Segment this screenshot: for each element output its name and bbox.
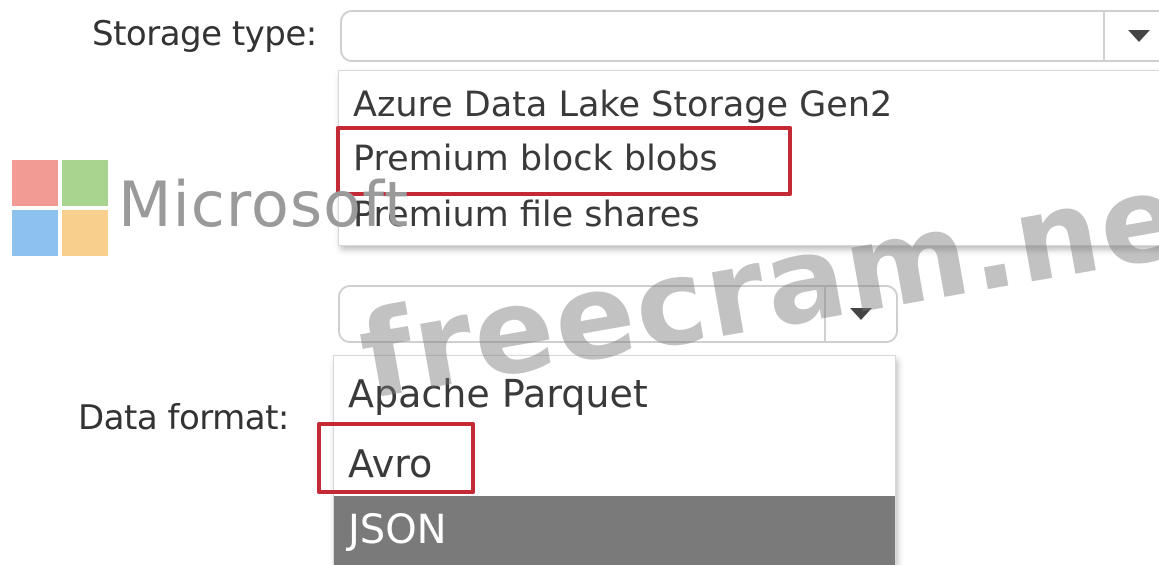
logo-square-blue xyxy=(12,210,58,256)
storage-option-premium-file-shares[interactable]: Premium file shares xyxy=(339,189,1159,241)
format-answer-highlight xyxy=(317,422,475,494)
data-format-select[interactable] xyxy=(338,285,898,343)
logo-square-green xyxy=(62,160,108,206)
logo-square-yellow xyxy=(62,210,108,256)
storage-type-dropdown-button[interactable] xyxy=(1103,12,1159,60)
logo-square-red xyxy=(12,160,58,206)
data-format-label: Data format: xyxy=(78,398,289,438)
microsoft-logo-text: Microsoft xyxy=(118,168,410,241)
chevron-down-icon xyxy=(850,308,872,320)
microsoft-logo xyxy=(12,160,110,258)
chevron-down-icon xyxy=(1128,30,1150,42)
format-option-json[interactable]: JSON xyxy=(334,496,895,565)
data-format-dropdown-button[interactable] xyxy=(824,287,896,341)
format-option-apache-parquet[interactable]: Apache Parquet xyxy=(334,362,895,426)
storage-type-select[interactable] xyxy=(340,10,1159,62)
storage-type-label: Storage type: xyxy=(92,14,317,54)
storage-option-adls-gen2[interactable]: Azure Data Lake Storage Gen2 xyxy=(339,79,1159,131)
